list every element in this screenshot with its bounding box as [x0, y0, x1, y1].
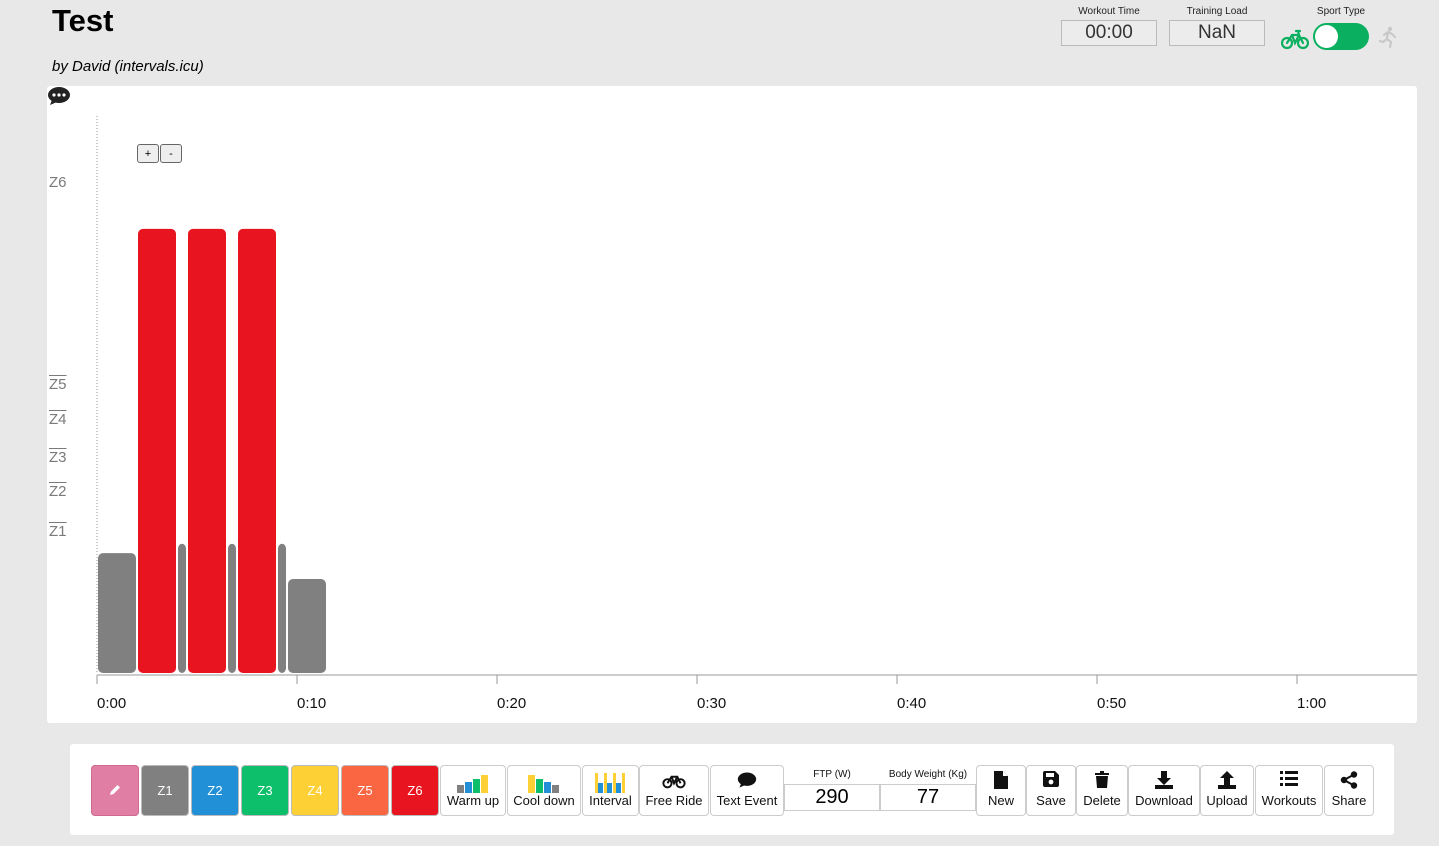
workout-title[interactable]: Test	[52, 3, 113, 39]
interval-bar[interactable]	[188, 228, 226, 673]
ftp-input[interactable]: 290	[784, 784, 880, 811]
toggle-knob	[1315, 25, 1338, 48]
interval-bar[interactable]	[238, 228, 276, 673]
chart-canvas	[96, 116, 1417, 684]
upload-button[interactable]: Upload	[1200, 765, 1254, 816]
list-icon	[1280, 771, 1298, 786]
comment-icon	[737, 772, 757, 788]
zone-button-label: Z6	[407, 783, 423, 798]
workouts-label: Workouts	[1261, 793, 1317, 808]
zone-button-z1[interactable]: Z1	[141, 765, 189, 816]
zone-label-z3: Z3	[49, 449, 67, 466]
file-icon	[994, 771, 1008, 789]
zoom-controls: + -	[137, 144, 182, 163]
interval-bar[interactable]	[138, 228, 176, 673]
time-tick-6: 1:00	[1297, 695, 1327, 712]
zone-button-z3[interactable]: Z3	[241, 765, 289, 816]
time-tick-5: 0:50	[1097, 695, 1127, 712]
zone-button-z6[interactable]: Z6	[391, 765, 439, 816]
zone-label-z5: Z5	[49, 376, 67, 393]
interval-bar[interactable]	[288, 579, 326, 673]
weight-field: Body Weight (Kg) 77	[880, 765, 976, 811]
time-tick-3: 0:30	[697, 695, 727, 712]
download-label: Download	[1135, 793, 1193, 808]
workout-time-label: Workout Time	[1078, 6, 1140, 17]
zone-button-z5[interactable]: Z5	[341, 765, 389, 816]
share-button[interactable]: Share	[1324, 765, 1374, 816]
warmup-label: Warm up	[446, 793, 500, 808]
freeride-label: Free Ride	[645, 793, 703, 808]
edit-button[interactable]	[91, 765, 139, 816]
workout-time-stat: Workout Time 00:00	[1061, 6, 1157, 46]
editor-toolbar: Z1 Z2 Z3 Z4 Z5 Z6 Warm up Cool down Inte…	[70, 744, 1394, 835]
time-tick-0: 0:00	[97, 695, 127, 712]
upload-label: Upload	[1206, 793, 1248, 808]
interval-icon	[594, 773, 625, 793]
workout-author[interactable]: by David (intervals.icu)	[52, 58, 204, 75]
workout-chart[interactable]: + - Z6 Z5 Z4 Z3 Z2 Z1 0:00 0:10 0:20 0:3…	[47, 86, 1417, 723]
save-label: Save	[1036, 793, 1066, 808]
textevent-label: Text Event	[716, 793, 778, 808]
zone-button-z2[interactable]: Z2	[191, 765, 239, 816]
bike-icon[interactable]	[1281, 28, 1309, 50]
freeride-button[interactable]: Free Ride	[639, 765, 709, 816]
interval-bar[interactable]	[278, 543, 286, 673]
share-icon	[1340, 771, 1358, 789]
interval-bar[interactable]	[98, 553, 136, 673]
sport-type-label: Sport Type	[1316, 6, 1366, 17]
interval-bar[interactable]	[178, 543, 186, 673]
save-button[interactable]: Save	[1026, 765, 1076, 816]
zone-label-z4: Z4	[49, 411, 67, 428]
comment-icon[interactable]	[47, 86, 71, 106]
sport-type-toggle[interactable]	[1313, 23, 1369, 50]
zone-label-z2: Z2	[49, 483, 67, 500]
interval-bar[interactable]	[228, 543, 236, 673]
cooldown-label: Cool down	[513, 793, 575, 808]
training-load-stat: Training Load NaN	[1169, 6, 1265, 46]
zoom-in-button[interactable]: +	[137, 144, 159, 163]
weight-label: Body Weight (Kg)	[888, 769, 968, 780]
time-tick-4: 0:40	[897, 695, 927, 712]
pencil-icon	[110, 785, 120, 795]
zone-label-z6: Z6	[49, 174, 67, 191]
interval-button[interactable]: Interval	[582, 765, 639, 816]
training-load-label: Training Load	[1186, 6, 1248, 17]
bike-icon	[662, 775, 686, 789]
interval-label: Interval	[589, 793, 632, 808]
download-button[interactable]: Download	[1128, 765, 1200, 816]
time-tick-1: 0:10	[297, 695, 327, 712]
zone-button-label: Z4	[307, 783, 323, 798]
run-icon[interactable]	[1378, 26, 1398, 48]
download-icon	[1155, 771, 1173, 789]
zone-button-label: Z5	[357, 783, 373, 798]
training-load-value: NaN	[1169, 20, 1265, 46]
zone-button-label: Z2	[207, 783, 223, 798]
textevent-button[interactable]: Text Event	[710, 765, 784, 816]
weight-input[interactable]: 77	[880, 784, 976, 811]
cooldown-icon	[528, 775, 559, 793]
ftp-label: FTP (W)	[813, 769, 851, 780]
upload-icon	[1218, 771, 1236, 789]
new-label: New	[987, 793, 1014, 808]
workouts-button[interactable]: Workouts	[1255, 765, 1323, 816]
warmup-button[interactable]: Warm up	[440, 765, 506, 816]
delete-label: Delete	[1083, 793, 1121, 808]
zoom-out-button[interactable]: -	[160, 144, 182, 163]
zone-button-label: Z3	[257, 783, 273, 798]
zone-label-z1: Z1	[49, 523, 67, 540]
ftp-field: FTP (W) 290	[784, 765, 880, 811]
trash-icon	[1095, 771, 1109, 788]
floppy-icon	[1043, 771, 1059, 787]
cooldown-button[interactable]: Cool down	[507, 765, 581, 816]
delete-button[interactable]: Delete	[1076, 765, 1128, 816]
share-label: Share	[1331, 793, 1367, 808]
zone-button-label: Z1	[157, 783, 173, 798]
warmup-icon	[457, 775, 488, 793]
workout-time-value: 00:00	[1061, 20, 1157, 46]
new-button[interactable]: New	[976, 765, 1026, 816]
zone-button-z4[interactable]: Z4	[291, 765, 339, 816]
time-tick-2: 0:20	[497, 695, 527, 712]
